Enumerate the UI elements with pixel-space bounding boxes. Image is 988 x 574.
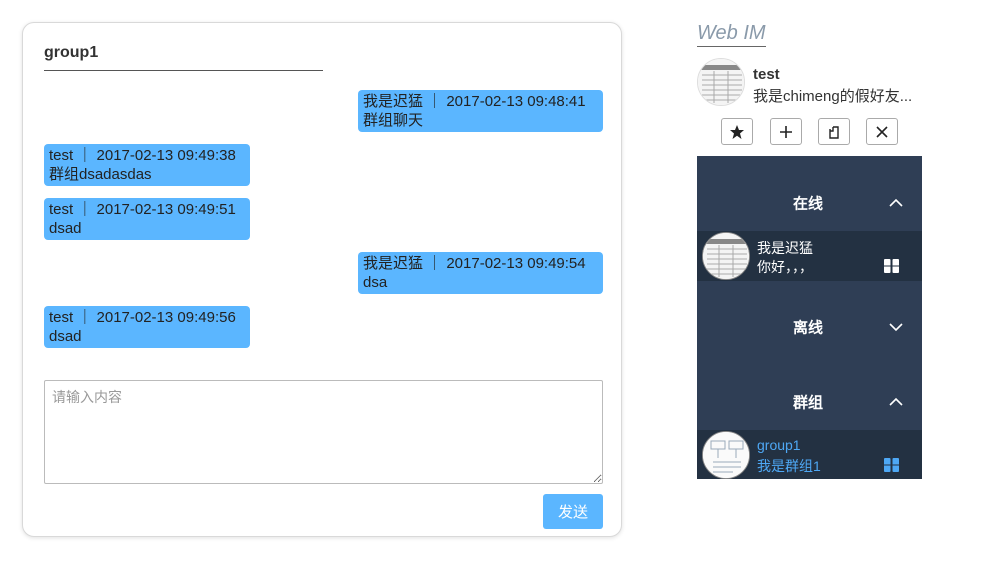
message-text: 群组dsadasdas bbox=[49, 166, 152, 183]
message-bubble: 我是迟猛 ｜ 2017-02-13 09:49:54 dsa bbox=[358, 252, 603, 294]
chat-window: group1 我是迟猛 ｜ 2017-02-13 09:48:41 群组聊天 t… bbox=[22, 22, 622, 537]
message-header: test ｜ 2017-02-13 09:49:56 bbox=[49, 309, 236, 326]
my-avatar[interactable] bbox=[697, 58, 745, 106]
favorite-button[interactable] bbox=[721, 118, 753, 145]
message-input[interactable] bbox=[44, 380, 603, 484]
section-online-header[interactable]: 在线 bbox=[697, 165, 922, 240]
message-text: dsad bbox=[49, 220, 82, 237]
message-text: dsad bbox=[49, 328, 82, 345]
contact-name: 我是迟猛 bbox=[757, 240, 813, 256]
my-name: test bbox=[753, 66, 780, 83]
message-header: 我是迟猛 ｜ 2017-02-13 09:48:41 bbox=[363, 93, 586, 110]
chat-icon[interactable] bbox=[884, 259, 899, 273]
close-icon bbox=[876, 125, 888, 138]
contact-avatar bbox=[702, 232, 750, 280]
contact-panel: 在线 我是迟猛 你好，，， 离线 群组 group1 我是群组1 bbox=[697, 156, 922, 479]
section-groups-label: 群组 bbox=[793, 394, 824, 411]
message-bubble: test ｜ 2017-02-13 09:49:51 dsad bbox=[44, 198, 250, 240]
chat-title: group1 bbox=[44, 44, 323, 71]
chat-icon[interactable] bbox=[884, 458, 899, 472]
section-groups-header[interactable]: 群组 bbox=[697, 364, 922, 439]
copy-button[interactable] bbox=[818, 118, 850, 145]
contact-item[interactable]: 我是迟猛 你好，，， bbox=[697, 231, 922, 281]
copy-icon bbox=[829, 125, 839, 139]
app-title: Web IM bbox=[697, 22, 766, 47]
add-button[interactable] bbox=[770, 118, 802, 145]
my-signature: 我是chimeng的假好友... bbox=[753, 88, 913, 105]
send-button[interactable]: 发送 bbox=[543, 494, 603, 529]
chevron-down-icon bbox=[889, 322, 903, 331]
message-bubble: 我是迟猛 ｜ 2017-02-13 09:48:41 群组聊天 bbox=[358, 90, 603, 132]
chevron-up-icon bbox=[889, 198, 903, 207]
section-offline-label: 离线 bbox=[793, 319, 824, 336]
message-text: 群组聊天 bbox=[363, 112, 424, 129]
star-icon bbox=[730, 124, 744, 139]
message-bubble: test ｜ 2017-02-13 09:49:56 dsad bbox=[44, 306, 250, 348]
message-text: dsa bbox=[363, 274, 388, 291]
message-header: test ｜ 2017-02-13 09:49:51 bbox=[49, 201, 236, 218]
message-bubble: test ｜ 2017-02-13 09:49:38 群组dsadasdas bbox=[44, 144, 250, 186]
section-offline-header[interactable]: 离线 bbox=[697, 289, 922, 364]
contact-last-message: 你好，，， bbox=[757, 259, 813, 275]
plus-icon bbox=[780, 125, 792, 138]
message-header: 我是迟猛 ｜ 2017-02-13 09:49:54 bbox=[363, 255, 586, 272]
section-online-label: 在线 bbox=[793, 195, 824, 212]
group-description: 我是群组1 bbox=[757, 458, 821, 474]
group-avatar bbox=[702, 431, 750, 479]
group-item[interactable]: group1 我是群组1 bbox=[697, 430, 922, 479]
group-name: group1 bbox=[757, 437, 801, 453]
chevron-up-icon bbox=[889, 397, 903, 406]
message-header: test ｜ 2017-02-13 09:49:38 bbox=[49, 147, 236, 164]
close-button[interactable] bbox=[866, 118, 898, 145]
